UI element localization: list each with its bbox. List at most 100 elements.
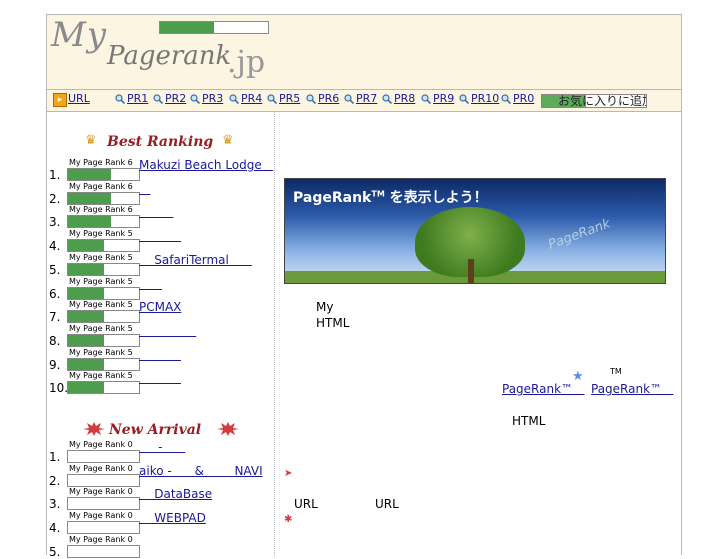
ranking-row: My Page Rank 5 9. — [47, 348, 274, 372]
nav-link-pr10[interactable]: PR10 — [471, 92, 499, 105]
pagerank-link-1[interactable]: PageRank™ — [502, 382, 584, 396]
site-link[interactable]: - — [139, 440, 185, 454]
nav-link-pr2[interactable]: PR2 — [165, 92, 186, 105]
pagerank-bar — [67, 381, 140, 395]
pagerank-bar — [67, 191, 140, 205]
tree-trunk — [468, 259, 474, 283]
magnifier-icon — [153, 94, 163, 104]
pagerank-bar — [67, 333, 140, 347]
pagerank-label: My Page Rank 0 — [69, 511, 133, 521]
ranking-row: My Page Rank 6 2. — [47, 182, 274, 206]
rank-number: 1. — [49, 168, 61, 182]
url-arrow-icon: ▸ — [53, 93, 67, 107]
nav-link-pr6[interactable]: PR6 — [318, 92, 339, 105]
pagerank-label: My Page Rank 0 — [69, 534, 133, 544]
nav-url-link[interactable]: URL — [68, 92, 90, 105]
ranking-row: My Page Rank 0 4. WEBPAD — [47, 511, 274, 535]
pagerank-bar — [67, 497, 140, 511]
pagerank-label: My Page Rank 0 — [69, 487, 133, 497]
rank-number: 5. — [49, 544, 61, 559]
site-link[interactable] — [139, 182, 150, 196]
ranking-row: My Page Rank 5 6. — [47, 277, 274, 301]
site-link[interactable] — [139, 277, 162, 291]
pagerank-label: My Page Rank 0 — [69, 463, 133, 473]
crown-icon: ♛ — [222, 133, 234, 148]
pagerank-label: My Page Rank 5 — [69, 323, 133, 333]
pagerank-bar-fill — [68, 169, 111, 180]
ranking-row: My Page Rank 0 3. DataBase — [47, 487, 274, 511]
asterisk-marker-icon: ✱ — [284, 514, 293, 525]
rank-number: 5. — [49, 262, 61, 277]
ranking-row: My Page Rank 0 1. - — [47, 440, 274, 464]
pagerank-label: My Page Rank 0 — [69, 440, 133, 449]
logo-jp: .jp — [227, 45, 266, 80]
site-link[interactable] — [139, 205, 173, 219]
site-link[interactable] — [139, 229, 181, 243]
new-burst-icon — [83, 422, 105, 436]
site-link[interactable]: aiko - & NAVI — [139, 464, 263, 478]
site-link[interactable] — [139, 348, 181, 362]
nav-bar: ▸ URL PR1 PR2 PR3 PR4 PR5 PR6 PR7 PR8 PR9 PR10 PR0… — [47, 90, 681, 112]
site-link[interactable]: Makuzi Beach Lodge — [139, 158, 273, 172]
pagerank-label: My Page Rank 5 — [69, 229, 133, 239]
rank-number: 2. — [49, 473, 61, 488]
site-link[interactable] — [139, 324, 196, 338]
pagerank-bar-fill — [68, 334, 104, 346]
magnifier-icon — [382, 94, 392, 104]
pagerank-label: My Page Rank 5 — [69, 371, 133, 381]
page-frame: My Pagerank .jp ▸ URL PR1 PR2 PR3 PR4 PR5 PR6… — [46, 14, 682, 559]
tm-label: TM — [610, 367, 622, 376]
pagerank-link-2[interactable]: PageRank™ — [591, 382, 673, 396]
site-link[interactable]: WEBPAD — [139, 511, 206, 525]
magnifier-icon — [501, 94, 511, 104]
pagerank-label: My Page Rank 5 — [69, 276, 133, 286]
ranking-row: My Page Rank 5 5. SafariTermal — [47, 253, 274, 277]
nav-link-pr8[interactable]: PR8 — [394, 92, 415, 105]
rank-number: 10. — [49, 381, 69, 396]
ranking-row: My Page Rank 5 10. — [47, 371, 274, 395]
nav-link-pr1[interactable]: PR1 — [127, 92, 148, 105]
pagerank-bar-fill — [68, 382, 104, 394]
rank-number: 7. — [49, 310, 61, 325]
magnifier-icon — [344, 94, 354, 104]
logo-pagerank-bar — [159, 21, 269, 34]
pagerank-bar — [67, 310, 140, 324]
nav-link-pr4[interactable]: PR4 — [241, 92, 262, 105]
logo-pagerank-bar-fill — [160, 22, 214, 33]
pagerank-label: My Page Rank 5 — [69, 347, 133, 357]
pagerank-label: My Page Rank 6 — [69, 205, 133, 215]
crown-icon: ♛ — [85, 133, 97, 148]
logo-my: My — [51, 15, 108, 55]
nav-link-pr3[interactable]: PR3 — [202, 92, 223, 105]
pagerank-bar — [67, 239, 140, 253]
new-arrival-title: New Arrival — [109, 422, 202, 438]
magnifier-icon — [421, 94, 431, 104]
site-link[interactable]: DataBase — [139, 487, 212, 501]
nav-link-pr0[interactable]: PR0 — [513, 92, 534, 105]
new-burst-icon — [217, 422, 239, 436]
magnifier-icon — [459, 94, 469, 104]
add-favorite-button[interactable]: お気に入りに追加 — [541, 94, 647, 108]
pagerank-bar — [67, 262, 140, 276]
magnifier-icon — [229, 94, 239, 104]
url-label-2: URL — [375, 497, 399, 511]
ranking-row: My Page Rank 5 7. PCMAX — [47, 300, 274, 324]
rank-number: 4. — [49, 239, 61, 254]
url-label-1: URL — [294, 497, 318, 511]
rank-number: 9. — [49, 357, 61, 372]
pagerank-bar — [67, 473, 140, 487]
logo-pagerank: Pagerank — [107, 41, 232, 71]
rank-number: 4. — [49, 521, 61, 536]
site-link[interactable] — [139, 371, 181, 385]
nav-link-pr9[interactable]: PR9 — [433, 92, 454, 105]
nav-link-pr5[interactable]: PR5 — [279, 92, 300, 105]
site-link[interactable]: SafariTermal — [139, 253, 252, 267]
pagerank-banner[interactable]: PageRankTM を表示しよう！ PageRank — [284, 178, 666, 284]
ranking-row: My Page Rank 0 5. — [47, 535, 274, 559]
rank-number: 8. — [49, 333, 61, 348]
magnifier-icon — [267, 94, 277, 104]
rank-number: 2. — [49, 191, 61, 206]
site-link[interactable]: PCMAX — [139, 300, 181, 314]
ranking-row: My Page Rank 6 3. — [47, 205, 274, 229]
nav-link-pr7[interactable]: PR7 — [356, 92, 377, 105]
